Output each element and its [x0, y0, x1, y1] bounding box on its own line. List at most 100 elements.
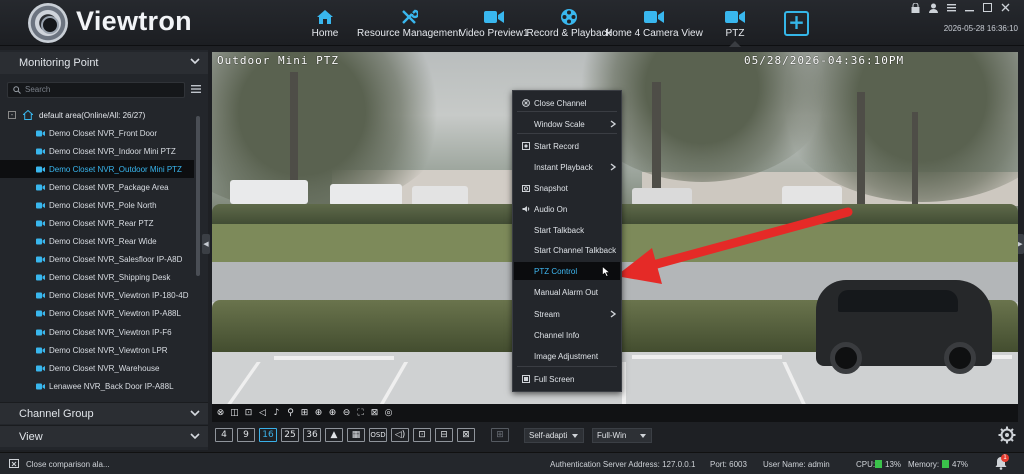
context-menu-item[interactable]: Window Scale	[514, 115, 620, 133]
stream-mode-dropdown[interactable]: Self-adapti	[524, 428, 584, 443]
channel-tree-item[interactable]: Demo Closet NVR_Viewtron IP-F6	[0, 323, 194, 341]
channel-tree-item[interactable]: Lenawee NVR_Back IP-180-4D	[0, 395, 194, 396]
gear-icon[interactable]	[998, 426, 1016, 444]
lock-layout-icon[interactable]: ⊡	[413, 428, 431, 442]
close-all-icon[interactable]: ⊟	[435, 428, 453, 442]
lock-icon[interactable]	[910, 2, 920, 13]
camera-icon	[36, 166, 45, 173]
zoom-area-icon[interactable]: ⊞	[299, 408, 310, 419]
channel-tree-item[interactable]: Demo Closet NVR_Salesfloor IP-A8D	[0, 251, 194, 269]
layout-36-button[interactable]: 36	[303, 428, 321, 442]
system-icons	[910, 2, 1010, 13]
snapshot-icon[interactable]: ⊡	[243, 408, 254, 419]
add-tab-button[interactable]: +	[784, 11, 809, 36]
layout-9-button[interactable]: 9	[237, 428, 255, 442]
collapse-toggle-icon[interactable]: -	[8, 111, 16, 119]
zoom-out-icon[interactable]: ⊖	[341, 408, 352, 419]
channel-tree-item[interactable]: Lenawee NVR_Back Door IP-A88L	[0, 377, 194, 395]
chevron-right-icon	[610, 310, 616, 318]
mute-icon[interactable]: ◁	[257, 408, 268, 419]
context-menu-item[interactable]: Channel Info	[514, 326, 620, 344]
chevron-down-icon	[190, 433, 200, 440]
channel-tree-item[interactable]: Demo Closet NVR_Rear PTZ	[0, 214, 194, 232]
search-input[interactable]: Search	[7, 82, 185, 98]
context-menu-item[interactable]: Stream	[514, 305, 620, 323]
tree-root-default-area[interactable]: - default area(Online/All: 26/27)	[8, 108, 145, 122]
camera-icon	[36, 256, 45, 263]
microphone-icon[interactable]: ♪	[271, 408, 282, 419]
chevron-right-icon	[610, 120, 616, 128]
context-menu-item[interactable]: PTZ Control	[514, 262, 620, 280]
window-mode-dropdown[interactable]: Full-Win	[592, 428, 652, 443]
camera-icon	[36, 220, 45, 227]
timestamp-osd: 05/28/2026-04:36:10PM	[744, 54, 905, 67]
context-menu-item-label: Start Record	[534, 141, 579, 151]
camera-name-osd: Outdoor Mini PTZ	[217, 54, 339, 67]
fit-icon[interactable]: ⛶	[355, 408, 366, 419]
channel-tree-item[interactable]: Demo Closet NVR_Package Area	[0, 178, 194, 196]
magnify-icon[interactable]: ⊕	[313, 408, 324, 419]
layout-custom-icon[interactable]: ▲	[325, 428, 343, 442]
info-icon[interactable]: ◎	[383, 408, 394, 419]
context-menu-item-label: Start Channel Talkback	[534, 245, 617, 255]
view-header[interactable]: View	[0, 425, 208, 447]
status-message[interactable]: Close comparison ala...	[26, 460, 110, 469]
nav-ptz[interactable]: PTZ	[718, 0, 752, 47]
zoom-in-icon[interactable]: ⊕	[327, 408, 338, 419]
tree-scrollbar[interactable]	[196, 116, 200, 276]
channel-tree-item[interactable]: Demo Closet NVR_Viewtron LPR	[0, 341, 194, 359]
layout-grid-icon[interactable]: ▦	[347, 428, 365, 442]
record-icon[interactable]: ◫	[229, 408, 240, 419]
channel-tree-item-label: Demo Closet NVR_Viewtron IP-180-4D	[49, 291, 189, 301]
channel-tree-item[interactable]: Demo Closet NVR_Viewtron IP-180-4D	[0, 287, 194, 305]
osd-toggle-icon[interactable]: OSD	[369, 428, 387, 442]
channel-tree-item-label: Demo Closet NVR_Front Door	[49, 128, 158, 138]
list-view-icon[interactable]	[191, 84, 201, 94]
channel-tree-item[interactable]: Demo Closet NVR_Viewtron IP-A88L	[0, 305, 194, 323]
context-menu-item[interactable]: Close Channel	[514, 94, 620, 112]
context-menu-item[interactable]: Image Adjustment	[514, 347, 620, 365]
channel-tree-item[interactable]: Demo Closet NVR_Warehouse	[0, 359, 194, 377]
menu-icon[interactable]	[946, 3, 956, 13]
context-menu-item[interactable]: Start Channel Talkback	[514, 241, 620, 259]
layout-25-button[interactable]: 25	[281, 428, 299, 442]
monitoring-point-header[interactable]: Monitoring Point	[0, 52, 208, 74]
channel-tree-item[interactable]: Demo Closet NVR_Shipping Desk	[0, 269, 194, 287]
nav-resource-management[interactable]: Resource Management	[357, 0, 461, 46]
context-menu-item[interactable]: Audio On	[514, 200, 620, 218]
channel-tree-item[interactable]: Demo Closet NVR_Pole North	[0, 196, 194, 214]
camera-icon	[36, 184, 45, 191]
context-menu-separator	[517, 133, 617, 134]
context-menu-item[interactable]: Start Record	[514, 137, 620, 155]
close-icon[interactable]	[1000, 3, 1010, 13]
user-icon[interactable]	[928, 3, 938, 13]
stream-icon[interactable]: ⊠	[369, 408, 380, 419]
maximize-icon[interactable]	[982, 3, 992, 13]
layout-4-button[interactable]: 4	[215, 428, 233, 442]
audio-toggle-icon[interactable]: ◁)	[391, 428, 409, 442]
context-menu-item[interactable]: Instant Playback	[514, 158, 620, 176]
status-bar: Close comparison ala... Authentication S…	[0, 452, 1024, 474]
camera-icon	[36, 347, 45, 354]
channel-tree-item[interactable]: Demo Closet NVR_Indoor Mini PTZ	[0, 142, 194, 160]
talkback-icon[interactable]: ⚲	[285, 408, 296, 419]
context-menu-item[interactable]: Start Talkback	[514, 221, 620, 239]
snapshot-all-icon[interactable]: ⊞	[491, 428, 509, 442]
context-menu-item[interactable]: Full Screen	[514, 370, 620, 388]
close-circle-icon[interactable]: ⊗	[215, 408, 226, 419]
nav-home[interactable]: Home	[307, 0, 343, 46]
port-label: Port: 6003	[710, 460, 747, 469]
minimize-icon[interactable]	[964, 3, 974, 13]
context-menu-item[interactable]: Manual Alarm Out	[514, 283, 620, 301]
layout-16-button[interactable]: 16	[259, 428, 277, 442]
channel-tree-item[interactable]: Demo Closet NVR_Front Door	[0, 124, 194, 142]
nav-home-4-camera-view[interactable]: Home 4 Camera View	[605, 0, 703, 46]
context-menu-item[interactable]: Snapshot	[514, 179, 620, 197]
fullscreen-icon[interactable]: ⊠	[457, 428, 475, 442]
channel-tree-item[interactable]: Demo Closet NVR_Rear Wide	[0, 233, 194, 251]
nav-video-preview1[interactable]: Video Preview1	[459, 0, 529, 46]
channel-group-header[interactable]: Channel Group	[0, 402, 208, 424]
nav-record-playback[interactable]: Record & Playback	[526, 0, 612, 46]
channel-tree-item[interactable]: Demo Closet NVR_Outdoor Mini PTZ	[0, 160, 194, 179]
collapse-sidebar-handle[interactable]: ◀	[202, 234, 210, 254]
